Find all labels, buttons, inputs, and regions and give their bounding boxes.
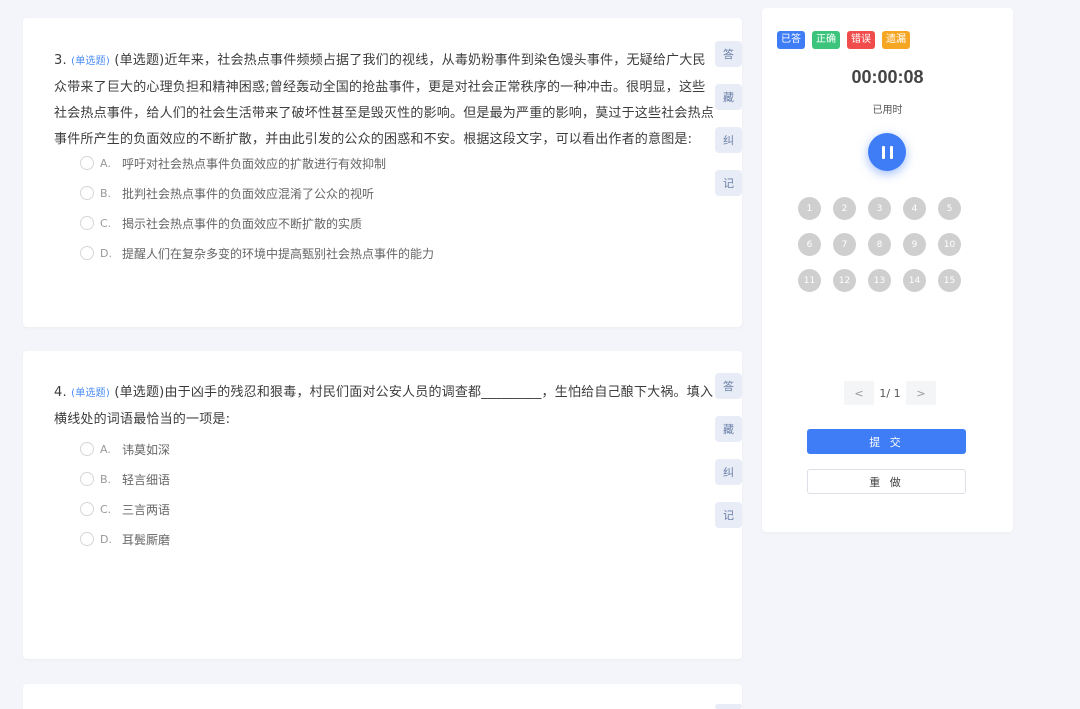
answer-tool-button[interactable] (715, 704, 742, 709)
option-key: A. (100, 156, 111, 170)
timer-label: 已用时 (872, 105, 903, 116)
favorite-tool-button[interactable]: 藏 (715, 416, 742, 442)
option-b[interactable]: B. 批判社会热点事件的负面效应混淆了公众的视听 (80, 183, 374, 203)
option-key: D. (100, 532, 112, 546)
page-indicator: 1/ 1 (879, 386, 901, 400)
report-error-tool-button[interactable]: 纠 (715, 127, 742, 153)
radio-button[interactable] (80, 246, 94, 260)
option-text: 耳鬓厮磨 (122, 532, 171, 547)
radio-button[interactable] (80, 186, 94, 200)
option-text: 讳莫如深 (122, 442, 171, 457)
legend-answered-badge: 已答 (777, 31, 805, 49)
option-b[interactable]: B. 轻言细语 (80, 469, 170, 489)
option-text: 呼吁对社会热点事件负面效应的扩散进行有效抑制 (122, 156, 387, 171)
radio-button[interactable] (80, 472, 94, 486)
option-key: C. (100, 502, 112, 516)
pause-icon-bar (881, 145, 885, 159)
note-tool-button[interactable]: 记 (715, 170, 742, 196)
question-text: 3. (单选题) (单选题)近年来，社会热点事件频频占据了我们的视线，从毒奶粉事… (54, 48, 714, 153)
pagination: < 1/ 1 > (844, 381, 936, 405)
radio-button[interactable] (80, 502, 94, 516)
option-key: B. (100, 186, 112, 200)
option-text: 轻言细语 (122, 472, 171, 487)
favorite-tool-button[interactable]: 藏 (715, 84, 742, 110)
option-text: 提醒人们在复杂多变的环境中提高甄别社会热点事件的能力 (122, 246, 435, 261)
question-number-button[interactable]: 10 (938, 233, 961, 256)
question-number: 3. (54, 53, 67, 68)
legend-correct-badge: 正确 (812, 31, 840, 49)
option-text: 批判社会热点事件的负面效应混淆了公众的视听 (122, 186, 375, 201)
legend-missed-badge: 遗漏 (882, 31, 910, 49)
question-number-button[interactable]: 6 (798, 233, 821, 256)
question-text: 4. (单选题) (单选题)由于凶手的残忍和狠毒，村民们面对公安人员的调查都__… (54, 380, 714, 433)
question-number-button[interactable]: 1 (798, 197, 821, 220)
option-text: 三言两语 (122, 502, 171, 517)
option-d[interactable]: D. 提醒人们在复杂多变的环境中提高甄别社会热点事件的能力 (80, 243, 434, 263)
question-number-button[interactable]: 5 (938, 197, 961, 220)
pause-icon-bar (889, 145, 893, 159)
question-body: (单选题)近年来，社会热点事件频频占据了我们的视线，从毒奶粉事件到染色馒头事件，… (54, 53, 715, 147)
question-body: (单选题)由于凶手的残忍和狠毒，村民们面对公安人员的调查都_________，生… (54, 385, 714, 427)
elapsed-timer: 00:00:08 (851, 67, 924, 87)
option-a[interactable]: A. 呼吁对社会热点事件负面效应的扩散进行有效抑制 (80, 153, 386, 173)
legend-wrong-badge: 错误 (847, 31, 875, 49)
option-key: B. (100, 472, 112, 486)
answer-tool-button[interactable]: 答 (715, 373, 742, 399)
radio-button[interactable] (80, 156, 94, 170)
question-number-button[interactable]: 8 (868, 233, 891, 256)
question-number-button[interactable]: 9 (903, 233, 926, 256)
question-card: 3. (单选题) (单选题)近年来，社会热点事件频频占据了我们的视线，从毒奶粉事… (23, 18, 742, 327)
option-key: A. (100, 442, 111, 456)
question-number-button[interactable]: 12 (833, 269, 856, 292)
question-type-tag: (单选题) (71, 388, 110, 399)
option-key: C. (100, 216, 112, 230)
radio-button[interactable] (80, 442, 94, 456)
question-number-button[interactable]: 2 (833, 197, 856, 220)
question-number-button[interactable]: 15 (938, 269, 961, 292)
question-type-tag: (单选题) (71, 56, 110, 67)
question-card: 4. (单选题) (单选题)由于凶手的残忍和狠毒，村民们面对公安人员的调查都__… (23, 351, 742, 659)
question-number-button[interactable]: 3 (868, 197, 891, 220)
question-number-button[interactable]: 4 (903, 197, 926, 220)
option-a[interactable]: A. 讳莫如深 (80, 439, 170, 459)
status-legend: 已答 正确 错误 遗漏 (777, 31, 910, 49)
question-number-button[interactable]: 14 (903, 269, 926, 292)
radio-button[interactable] (80, 532, 94, 546)
pause-button[interactable] (868, 133, 906, 171)
option-d[interactable]: D. 耳鬓厮磨 (80, 529, 170, 549)
next-page-button[interactable]: > (906, 381, 936, 405)
radio-button[interactable] (80, 216, 94, 230)
question-number: 4. (54, 385, 67, 400)
prev-page-button[interactable]: < (844, 381, 874, 405)
report-error-tool-button[interactable]: 纠 (715, 459, 742, 485)
redo-button[interactable]: 重 做 (807, 469, 966, 494)
option-c[interactable]: C. 三言两语 (80, 499, 170, 519)
question-card-next (23, 684, 742, 709)
question-number-button[interactable]: 7 (833, 233, 856, 256)
option-c[interactable]: C. 揭示社会热点事件的负面效应不断扩散的实质 (80, 213, 362, 233)
question-number-button[interactable]: 11 (798, 269, 821, 292)
question-number-button[interactable]: 13 (868, 269, 891, 292)
question-number-grid: 1 2 3 4 5 6 7 8 9 10 11 12 13 14 15 (798, 197, 978, 292)
answer-tool-button[interactable]: 答 (715, 41, 742, 67)
note-tool-button[interactable]: 记 (715, 502, 742, 528)
submit-button[interactable]: 提 交 (807, 429, 966, 454)
answer-sheet-panel: 已答 正确 错误 遗漏 00:00:08 已用时 1 2 3 4 5 6 7 8… (762, 8, 1013, 532)
option-key: D. (100, 246, 112, 260)
option-text: 揭示社会热点事件的负面效应不断扩散的实质 (122, 216, 363, 231)
